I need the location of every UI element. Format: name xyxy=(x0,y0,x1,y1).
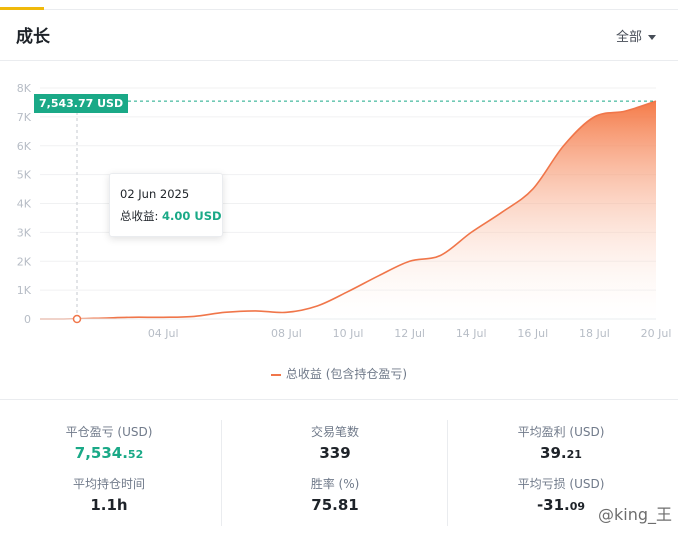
y-tick-label: 4K xyxy=(17,198,32,211)
current-value-badge: 7,543.77 USD xyxy=(34,94,129,113)
tooltip-value: 4.00 USD xyxy=(162,209,222,223)
y-tick-label: 2K xyxy=(17,255,32,268)
card-header: 成长 全部 xyxy=(0,10,678,61)
x-tick-label: 04 Jul xyxy=(148,327,179,340)
stat-value: 339 xyxy=(319,444,351,462)
stats-divider xyxy=(447,420,448,526)
stat-label: 胜率 (%) xyxy=(310,477,360,491)
range-filter-label: 全部 xyxy=(615,30,642,45)
stat-trades: 交易笔数 339 xyxy=(235,423,435,462)
stat-label: 平均盈利 (USD) xyxy=(517,425,605,439)
stat-value: 75.81 xyxy=(311,496,359,514)
stat-label: 交易笔数 xyxy=(310,425,359,439)
stat-avg-profit: 平均盈利 (USD) 39.21 xyxy=(461,423,661,462)
stats-rule xyxy=(0,399,678,400)
stat-win-rate: 胜率 (%) 75.81 xyxy=(235,475,435,514)
y-tick-label: 0 xyxy=(24,313,31,326)
tooltip-label: 总收益: xyxy=(120,209,159,223)
stat-label: 平均亏损 (USD) xyxy=(517,477,605,491)
stat-avg-hold: 平均持仓时间 1.1h xyxy=(9,475,209,514)
x-tick-label: 08 Jul xyxy=(271,327,302,340)
stat-label: 平均持仓时间 xyxy=(72,477,145,491)
y-tick-label: 8K xyxy=(17,82,32,95)
stat-value: 1.1h xyxy=(90,496,128,514)
tooltip-row: 总收益: 4.00 USD xyxy=(120,208,222,224)
page-title: 成长 xyxy=(16,27,50,47)
stat-value: 7,534.52 xyxy=(74,444,144,462)
range-filter-dropdown[interactable]: 全部 xyxy=(616,26,656,45)
stat-closed-pnl: 平仓盈亏 (USD) 7,534.52 xyxy=(9,423,209,462)
x-tick-label: 20 Jul xyxy=(641,327,672,340)
y-tick-label: 7K xyxy=(17,111,32,124)
stat-value: 39.21 xyxy=(540,444,582,462)
chart-tooltip: 02 Jun 2025 总收益: 4.00 USD xyxy=(109,173,223,237)
caret-down-icon xyxy=(648,35,656,40)
legend-label: 总收益 (包含持仓盈亏) xyxy=(285,367,408,381)
y-tick-label: 6K xyxy=(17,140,32,153)
watermark: @king_王 xyxy=(597,505,672,524)
x-tick-label: 14 Jul xyxy=(456,327,487,340)
y-tick-label: 1K xyxy=(17,284,32,297)
x-tick-label: 16 Jul xyxy=(517,327,548,340)
x-tick-label: 12 Jul xyxy=(394,327,425,340)
x-tick-label: 18 Jul xyxy=(579,327,610,340)
stats-divider xyxy=(221,420,222,526)
legend-swatch xyxy=(270,373,281,376)
stat-label: 平仓盈亏 (USD) xyxy=(65,425,153,439)
hover-point xyxy=(72,314,82,324)
y-tick-label: 5K xyxy=(17,169,32,182)
chart-legend[interactable]: 总收益 (包含持仓盈亏) xyxy=(0,365,678,382)
x-tick-label: 10 Jul xyxy=(333,327,364,340)
tooltip-date: 02 Jun 2025 xyxy=(120,187,190,201)
y-tick-label: 3K xyxy=(17,226,32,239)
